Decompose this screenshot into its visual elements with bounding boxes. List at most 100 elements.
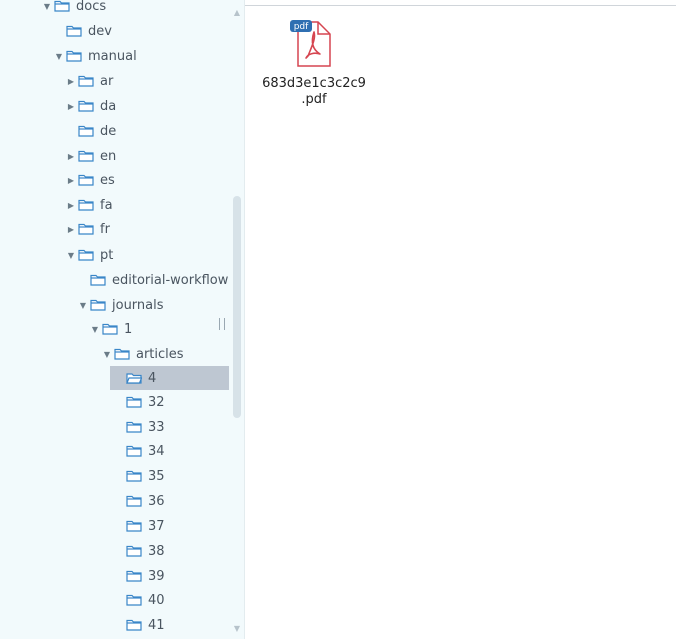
tree-item-label: 32 — [148, 394, 165, 410]
tree-item-da[interactable]: ▶ da — [0, 94, 232, 118]
caret-spacer — [66, 126, 76, 136]
tree-item-35[interactable]: 35 — [0, 464, 232, 488]
folder-icon — [90, 299, 112, 311]
tree-item-docs[interactable]: ▼ docs — [0, 0, 232, 18]
tree-item-37[interactable]: 37 — [0, 514, 232, 538]
pdf-file-icon: pdf — [286, 18, 342, 70]
folder-icon — [78, 100, 100, 112]
tree-item-label: 36 — [148, 493, 165, 509]
tree-item-label: editorial-workflow — [112, 272, 229, 288]
tree-item-40[interactable]: 40 — [0, 588, 232, 612]
folder-icon — [126, 594, 148, 606]
caret-spacer — [114, 571, 124, 581]
caret-right-icon[interactable]: ▶ — [66, 224, 76, 234]
caret-spacer — [114, 521, 124, 531]
tree-item-39[interactable]: 39 — [0, 564, 232, 588]
folder-icon — [78, 199, 100, 211]
caret-spacer — [114, 446, 124, 456]
scroll-up-icon[interactable]: ▲ — [232, 8, 242, 18]
tree-item-es[interactable]: ▶ es — [0, 168, 232, 192]
folder-icon — [126, 495, 148, 507]
tree-item-label: 38 — [148, 543, 165, 559]
folder-icon — [126, 396, 148, 408]
caret-right-icon[interactable]: ▶ — [66, 151, 76, 161]
tree-item-articles[interactable]: ▼ articles — [0, 342, 232, 366]
folder-icon — [126, 570, 148, 582]
caret-down-icon[interactable]: ▼ — [42, 1, 52, 11]
tree-item-label: articles — [136, 346, 184, 362]
tree-item-38[interactable]: 38 — [0, 539, 232, 563]
tree-item-editorial-workflow[interactable]: editorial-workflow — [0, 268, 232, 292]
caret-spacer — [114, 595, 124, 605]
tree-item-label: fr — [100, 221, 110, 237]
tree-item-journals[interactable]: ▼ journals — [0, 293, 232, 317]
tree-item-32[interactable]: 32 — [0, 390, 232, 414]
tree-item-manual[interactable]: ▼ manual — [0, 44, 232, 68]
folder-icon — [114, 348, 136, 360]
caret-down-icon[interactable]: ▼ — [78, 300, 88, 310]
tree-item-label: fa — [100, 197, 113, 213]
caret-down-icon[interactable]: ▼ — [66, 250, 76, 260]
tree-item-label: journals — [112, 297, 164, 313]
tree-item-de[interactable]: de — [0, 119, 232, 143]
caret-spacer — [54, 26, 64, 36]
folder-icon — [126, 445, 148, 457]
tree-item-label: 1 — [124, 321, 133, 337]
tree-item-fa[interactable]: ▶ fa — [0, 193, 232, 217]
caret-right-icon[interactable]: ▶ — [66, 200, 76, 210]
pdf-badge: pdf — [294, 22, 309, 32]
folder-icon — [78, 125, 100, 137]
caret-spacer — [78, 275, 88, 285]
caret-spacer — [114, 620, 124, 630]
folder-icon — [66, 25, 88, 37]
tree-item-ar[interactable]: ▶ ar — [0, 69, 232, 93]
scroll-down-icon[interactable]: ▼ — [232, 624, 242, 634]
tree-item-fr[interactable]: ▶ fr — [0, 217, 232, 241]
tree-item-41[interactable]: 41 — [0, 613, 232, 637]
caret-right-icon[interactable]: ▶ — [66, 76, 76, 86]
sidebar-scrollbar[interactable]: ▲ ▼ — [232, 8, 242, 634]
tree-item-1[interactable]: ▼ 1 — [0, 317, 232, 341]
folder-icon — [90, 274, 112, 286]
file-name: 683d3e1c3c2c9 .pdf — [262, 76, 366, 108]
tree-item-label: manual — [88, 48, 137, 64]
caret-spacer — [114, 397, 124, 407]
caret-spacer — [114, 496, 124, 506]
caret-spacer — [114, 546, 124, 556]
folder-icon — [66, 50, 88, 62]
caret-right-icon[interactable]: ▶ — [66, 101, 76, 111]
folder-icon — [78, 249, 100, 261]
tree-item-label: de — [100, 123, 117, 139]
tree-item-label: es — [100, 172, 115, 188]
caret-right-icon[interactable]: ▶ — [66, 175, 76, 185]
caret-down-icon[interactable]: ▼ — [102, 349, 112, 359]
folder-icon — [126, 520, 148, 532]
caret-spacer — [114, 422, 124, 432]
file-name-text: 683d3e1c3c2c9 .pdf — [262, 76, 366, 107]
folder-icon — [126, 470, 148, 482]
folder-icon — [126, 545, 148, 557]
tree-item-label: 33 — [148, 419, 165, 435]
tree-item-label: 41 — [148, 617, 165, 633]
tree-item-33[interactable]: 33 — [0, 415, 232, 439]
tree-item-4[interactable]: 4 — [0, 366, 232, 390]
content-top-border — [244, 5, 676, 6]
file-item[interactable]: pdf 683d3e1c3c2c9 .pdf — [262, 18, 366, 108]
tree-item-pt[interactable]: ▼ pt — [0, 243, 232, 267]
tree-item-label: 37 — [148, 518, 165, 534]
tree-item-label: 34 — [148, 443, 165, 459]
folder-icon — [78, 75, 100, 87]
caret-down-icon[interactable]: ▼ — [90, 324, 100, 334]
tree-item-36[interactable]: 36 — [0, 489, 232, 513]
tree-item-dev[interactable]: dev — [0, 19, 232, 43]
tree-item-label: en — [100, 148, 117, 164]
resize-grip-icon[interactable] — [219, 318, 225, 330]
folder-icon — [126, 421, 148, 433]
tree-item-en[interactable]: ▶ en — [0, 144, 232, 168]
scrollbar-thumb[interactable] — [233, 196, 241, 418]
folder-icon — [78, 174, 100, 186]
tree-item-34[interactable]: 34 — [0, 439, 232, 463]
caret-down-icon[interactable]: ▼ — [54, 51, 64, 61]
tree-item-label: docs — [76, 0, 107, 14]
folder-tree-sidebar: ▼ docs dev ▼ manual ▶ ar ▶ da de ▶ en ▶ es ▶ fa ▶ fr ▼ pt ed… — [0, 0, 245, 639]
